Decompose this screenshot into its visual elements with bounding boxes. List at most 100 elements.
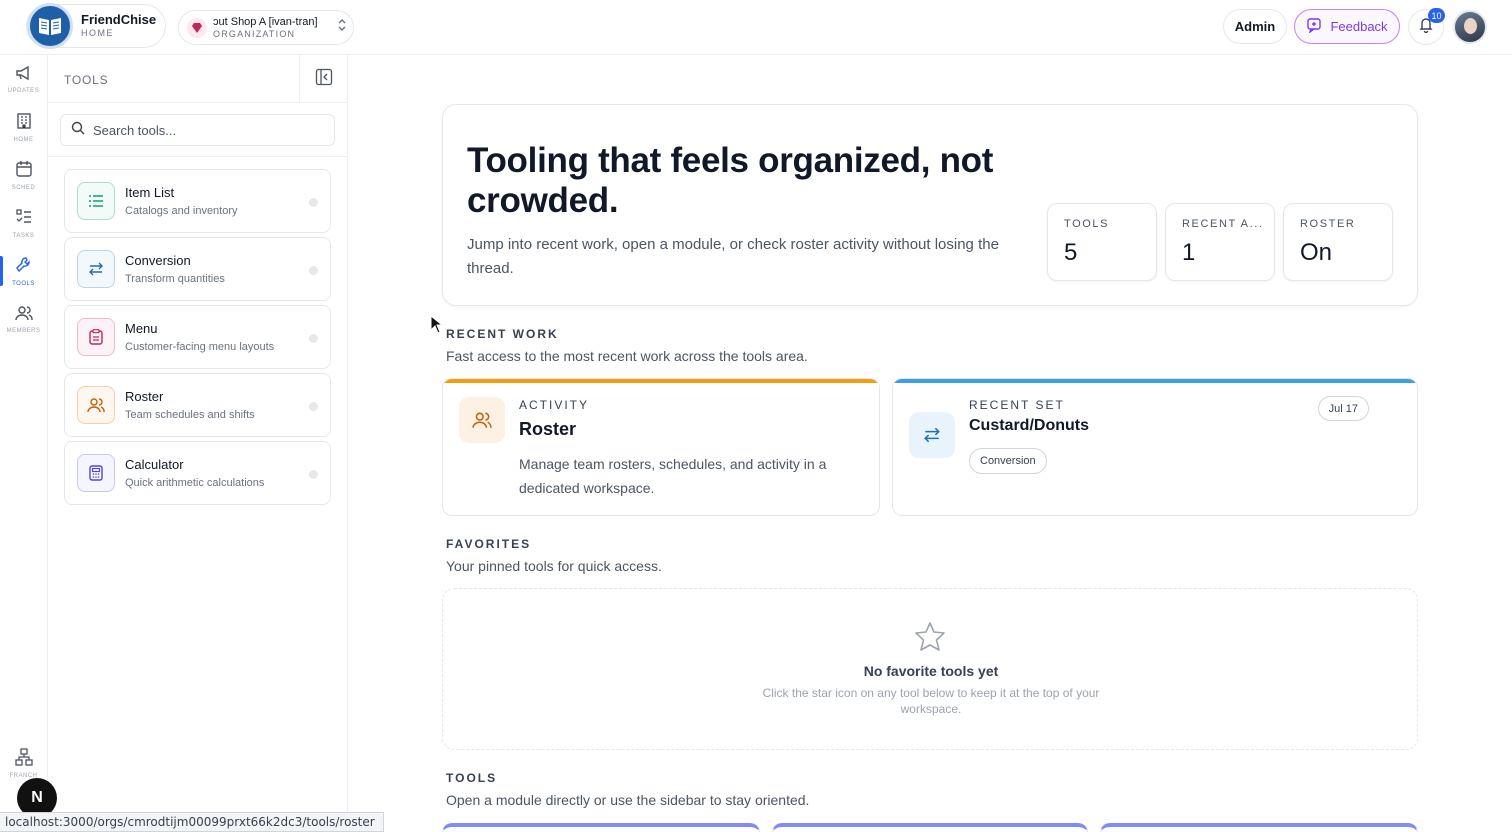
tool-desc: Transform quantities (125, 272, 225, 285)
network-icon (14, 747, 33, 771)
card-accent-bar (443, 379, 879, 383)
org-name: ɔut Shop A [ivan-tran] (213, 15, 318, 28)
stat-value: 1 (1182, 239, 1196, 266)
feedback-label: Feedback (1330, 19, 1388, 34)
tool-status-dot (309, 198, 318, 207)
rail-label: HOME (13, 136, 34, 143)
brand-logo-icon (27, 3, 73, 49)
tool-menu[interactable]: Menu Customer-facing menu layouts (64, 305, 331, 369)
stat-label: TOOLS (1064, 218, 1110, 230)
rail-label: SCHED (11, 184, 36, 191)
rail-item-members[interactable]: MEMBERS (0, 297, 47, 341)
stat-tools: TOOLS 5 (1047, 203, 1157, 281)
user-avatar[interactable] (1453, 10, 1487, 44)
panel-collapse-icon (315, 68, 333, 91)
empty-state-description: Click the star icon on any tool below to… (762, 686, 1100, 716)
tool-name: Conversion (125, 252, 191, 268)
arrows-swap-icon (77, 250, 115, 288)
tools-section-heading: TOOLS (446, 771, 498, 785)
message-plus-icon (1306, 17, 1322, 36)
brand-name: FriendChise (81, 12, 157, 27)
tool-desc: Catalogs and inventory (125, 204, 238, 217)
admin-button[interactable]: Admin (1223, 9, 1287, 44)
card-description: Manage team rosters, schedules, and acti… (519, 456, 827, 496)
icon-rail: UPDATES HOME SCHED TASKS TOOLS MEMBERS F… (0, 55, 48, 832)
card-title: Roster (519, 419, 577, 439)
date-badge: Jul 17 (1317, 396, 1369, 421)
favorites-subtitle: Your pinned tools for quick access. (446, 558, 662, 574)
brand-home-link[interactable]: FriendChise HOME (26, 3, 166, 49)
organization-switcher[interactable]: ɔut Shop A [ivan-tran] ORGANIZATION (178, 10, 354, 45)
stat-label: ROSTER (1300, 218, 1356, 230)
card-kicker: ACTIVITY (519, 398, 590, 412)
tool-roster[interactable]: Roster Team schedules and shifts (64, 373, 331, 437)
notification-count-badge: 10 (1428, 8, 1445, 23)
rail-label: MEMBERS (6, 327, 41, 334)
calculator-icon (77, 454, 115, 492)
card-title: Custard/Donuts (969, 417, 1089, 434)
favorites-heading: FAVORITES (446, 537, 532, 551)
hero-title: Tooling that feels organized, not crowde… (467, 141, 994, 220)
empty-state-title: No favorite tools yet (863, 663, 999, 679)
tool-item-list[interactable]: Item List Catalogs and inventory (64, 169, 331, 233)
tool-tag: Conversion (969, 448, 1047, 474)
megaphone-icon (15, 65, 33, 86)
stat-value: On (1300, 239, 1333, 266)
hero-subtitle: Jump into recent work, open a module, or… (467, 236, 999, 277)
stat-value: 5 (1064, 239, 1078, 266)
rail-item-tools[interactable]: TOOLS (0, 249, 47, 293)
mouse-cursor-icon (430, 314, 444, 340)
tools-sidebar: TOOLS Item List Catalogs and inventory C… (48, 55, 348, 832)
wrench-icon (15, 256, 33, 279)
users-icon (459, 397, 505, 443)
rail-label: TOOLS (12, 280, 35, 287)
recent-activity-card[interactable]: ACTIVITY Roster Manage team rosters, sch… (442, 378, 880, 516)
stat-roster: ROSTER On (1283, 203, 1393, 281)
task-list-icon (15, 208, 33, 231)
rail-item-sched[interactable]: SCHED (0, 153, 47, 197)
top-bar: FriendChise HOME ɔut Shop A [ivan-tran] … (0, 0, 1512, 55)
tool-desc: Quick arithmetic calculations (125, 476, 265, 489)
rail-item-updates[interactable]: UPDATES (0, 57, 47, 101)
tool-name: Calculator (125, 456, 184, 472)
tool-status-dot (309, 334, 318, 343)
stat-recent-activity: RECENT A... 1 (1165, 203, 1275, 281)
recent-work-heading: RECENT WORK (446, 327, 559, 341)
chevron-up-down-icon (337, 18, 347, 37)
rail-item-home[interactable]: HOME (0, 105, 47, 149)
rail-label: UPDATES (7, 87, 40, 94)
arrows-swap-icon (909, 412, 955, 458)
tool-calculator[interactable]: Calculator Quick arithmetic calculations (64, 441, 331, 505)
tool-name: Item List (125, 184, 175, 200)
card-accent-bar (893, 379, 1417, 383)
tools-section-subtitle: Open a module directly or use the sideba… (446, 792, 810, 808)
hero-card: Tooling that feels organized, not crowde… (442, 104, 1418, 306)
link-status-bar: localhost:3000/orgs/cmrodtijm00099prxt66… (0, 812, 384, 832)
stat-label: RECENT A... (1182, 218, 1264, 230)
users-icon (77, 386, 115, 424)
tool-card[interactable] (772, 823, 1088, 832)
tool-desc: Customer-facing menu layouts (125, 340, 275, 353)
card-kicker: RECENT SET (969, 398, 1065, 412)
tool-status-dot (309, 470, 318, 479)
brand-subtitle: HOME (81, 28, 114, 38)
star-icon (914, 621, 946, 656)
tool-status-dot (309, 266, 318, 275)
recent-work-subtitle: Fast access to the most recent work acro… (446, 348, 808, 364)
rail-item-tasks[interactable]: TASKS (0, 201, 47, 245)
search-tools-input[interactable] (93, 122, 313, 138)
list-icon (77, 182, 115, 220)
tool-name: Menu (125, 320, 158, 336)
tool-card[interactable] (442, 823, 760, 832)
org-logo-icon (187, 17, 207, 38)
feedback-button[interactable]: Feedback (1294, 9, 1400, 44)
tool-conversion[interactable]: Conversion Transform quantities (64, 237, 331, 301)
tool-name: Roster (125, 388, 164, 404)
users-icon (14, 305, 33, 326)
rail-label: TASKS (12, 232, 35, 239)
tools-panel-title: TOOLS (64, 73, 109, 87)
collapse-sidebar-button[interactable] (299, 55, 348, 103)
tool-card[interactable] (1100, 823, 1418, 832)
recent-set-card[interactable]: RECENT SET Custard/Donuts Conversion Jul… (892, 378, 1418, 516)
search-tools-box[interactable] (60, 114, 335, 146)
